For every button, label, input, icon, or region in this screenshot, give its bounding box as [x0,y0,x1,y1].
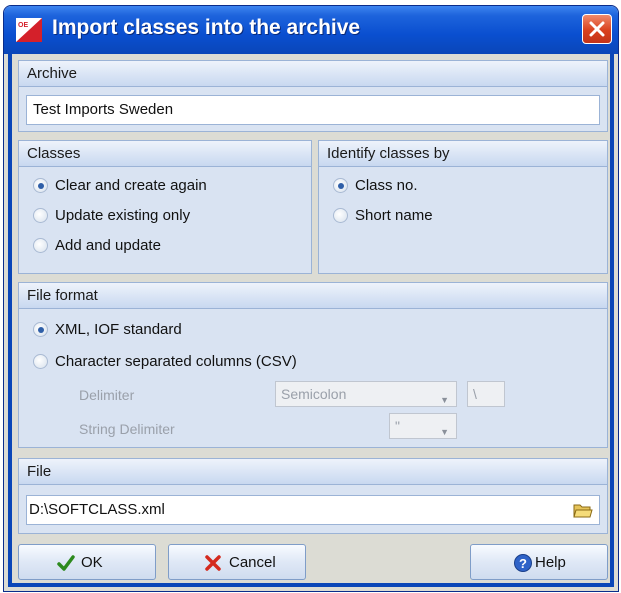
delimiter-select[interactable]: Semicolon ▼ [275,381,457,407]
identify-group: Identify classes by Class no. Short name [318,140,608,274]
dialog-body: Archive Test Imports Sweden Classes Clea… [8,54,614,587]
svg-text:?: ? [519,556,527,571]
checkmark-icon [57,555,75,571]
cancel-button[interactable]: Cancel [168,544,306,580]
title-bar[interactable]: OE Import classes into the archive [4,6,618,54]
classes-header: Classes [19,141,311,167]
radio-button-icon [33,354,48,369]
file-group: File D:\SOFTCLASS.xml [18,458,608,534]
string-delimiter-value: " [395,418,400,434]
app-logo-icon: OE [16,18,42,42]
file-header: File [19,459,607,485]
delimiter-char-input[interactable]: \ [467,381,505,407]
delimiter-value: Semicolon [281,386,347,402]
svg-text:OE: OE [18,22,28,29]
file-path-input[interactable]: D:\SOFTCLASS.xml [26,495,600,525]
archive-group: Archive Test Imports Sweden [18,60,608,132]
delimiter-label: Delimiter [79,387,135,403]
ok-button[interactable]: OK [18,544,156,580]
radio-button-icon [33,178,48,193]
archive-header: Archive [19,61,607,87]
dropdown-arrow-icon: ▼ [440,395,449,405]
radio-button-icon [33,322,48,337]
classes-group: Classes Clear and create again Update ex… [18,140,312,274]
window-title: Import classes into the archive [52,16,361,39]
radio-button-icon [333,208,348,223]
file-path-text: D:\SOFTCLASS.xml [29,501,165,518]
string-delimiter-label: String Delimiter [79,421,175,437]
help-button[interactable]: ? Help [470,544,608,580]
ok-label: OK [81,554,103,571]
close-button[interactable] [582,14,612,44]
radio-button-icon [33,238,48,253]
radio-button-icon [33,208,48,223]
close-icon [589,21,605,37]
radio-button-icon [333,178,348,193]
identify-header: Identify classes by [319,141,607,167]
file-format-group: File format XML, IOF standard Character … [18,282,608,448]
cancel-x-icon [205,555,221,571]
dropdown-arrow-icon: ▼ [440,427,449,437]
import-dialog: OE Import classes into the archive Archi… [4,6,618,591]
help-icon: ? [514,554,532,572]
cancel-label: Cancel [229,554,276,571]
file-format-header: File format [19,283,607,309]
open-folder-icon[interactable] [573,502,593,519]
help-label: Help [535,554,566,571]
archive-input[interactable]: Test Imports Sweden [26,95,600,125]
string-delimiter-select[interactable]: " ▼ [389,413,457,439]
